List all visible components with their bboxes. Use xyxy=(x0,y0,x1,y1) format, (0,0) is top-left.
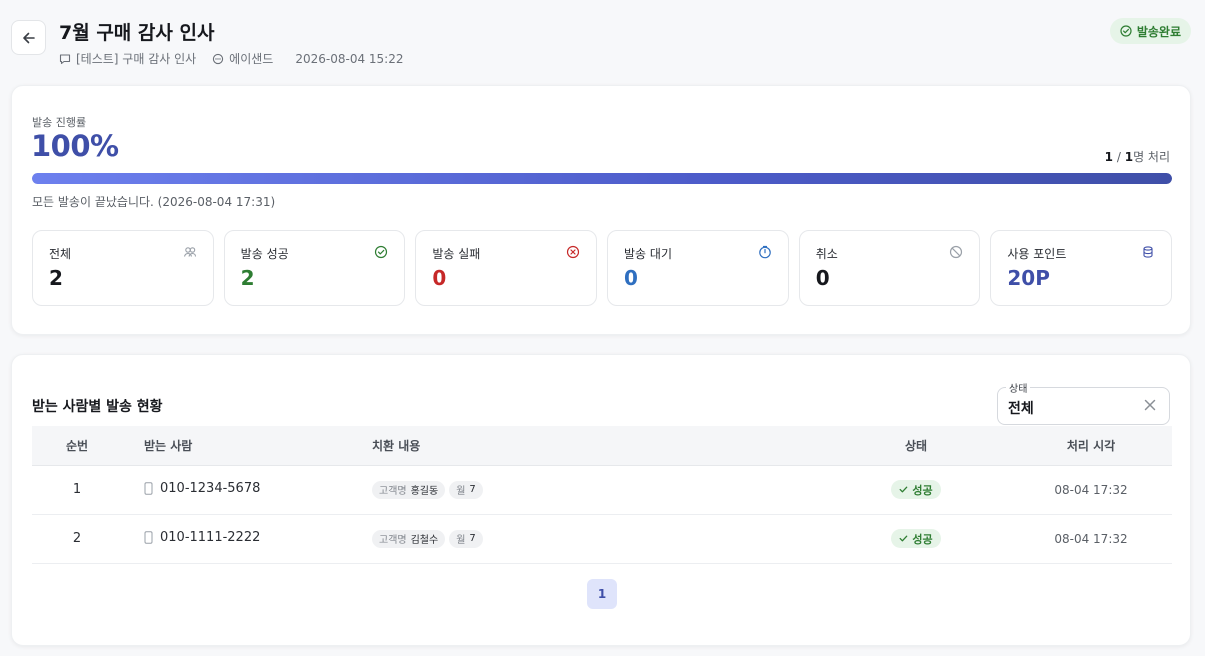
recipient-phone: 010-1111-2222 xyxy=(160,529,261,545)
success-badge: 성공 xyxy=(891,480,941,499)
row-status: 성공 xyxy=(822,465,1010,515)
row-status: 성공 xyxy=(822,514,1010,564)
success-badge: 성공 xyxy=(891,529,941,548)
col-status: 상태 xyxy=(822,426,1010,466)
stat-label: 사용 포인트 xyxy=(1007,247,1067,261)
var-chip: 월7 xyxy=(449,529,483,548)
stat-cancelled: 취소 0 xyxy=(798,230,981,306)
section-title: 받는 사람별 발송 현황 xyxy=(32,399,163,415)
stat-label: 전체 xyxy=(49,247,72,261)
stat-value: 0 xyxy=(432,266,447,290)
ban-icon xyxy=(949,245,963,263)
progress-label: 발송 진행률 xyxy=(32,116,87,129)
x-circle-icon xyxy=(566,245,580,263)
col-substitution: 치환 내용 xyxy=(372,426,822,466)
clear-icon[interactable] xyxy=(1143,398,1157,416)
recipients-card: 받는 사람별 발송 현황 상태 전체 순번 받는 사람 치환 내용 상태 처리 … xyxy=(11,354,1191,646)
page-title: 7월 구매 감사 인사 xyxy=(59,22,215,44)
col-time: 처리 시각 xyxy=(1010,426,1172,466)
row-recipient: 010-1111-2222 xyxy=(122,514,372,564)
row-substitution: 고객명 홍길동 월 7 xyxy=(372,465,822,515)
stat-label: 취소 xyxy=(815,247,838,261)
stat-total: 전체 2 xyxy=(32,230,214,306)
col-recipient: 받는 사람 xyxy=(122,426,372,466)
stat-value: 2 xyxy=(240,266,255,290)
page-button-1[interactable]: 1 xyxy=(587,579,617,609)
filter-label: 상태 xyxy=(1006,380,1031,395)
col-seq: 순번 xyxy=(32,426,122,466)
progress-bar-fill xyxy=(32,173,1172,184)
database-icon xyxy=(1141,245,1155,263)
table-header-row: 순번 받는 사람 치환 내용 상태 처리 시각 xyxy=(32,426,1172,466)
var-chip: 고객명 홍길동 xyxy=(372,480,446,499)
recipient-phone: 010-1234-5678 xyxy=(160,480,261,496)
progress-note: 모든 발송이 끝났습니다. (2026-08-04 17:31) xyxy=(32,195,276,209)
status-badge: 발송완료 xyxy=(1109,18,1191,44)
timer-icon xyxy=(758,245,772,263)
stat-value: 0 xyxy=(624,266,638,290)
progress-count: 1 / 1명 처리 xyxy=(1104,150,1170,164)
stat-value: 0 xyxy=(815,266,830,290)
stat-label: 발송 대기 xyxy=(624,247,672,261)
message-icon xyxy=(59,53,71,64)
stat-failed: 발송 실패 0 xyxy=(415,230,598,306)
progress-card: 발송 진행률 100% 1 / 1명 처리 모든 발송이 끝났습니다. (202… xyxy=(11,85,1191,335)
row-seq: 2 xyxy=(32,514,122,564)
stat-value: 2 xyxy=(49,266,63,290)
stat-points: 사용 포인트 20P xyxy=(990,230,1173,306)
phone-icon xyxy=(144,530,153,544)
row-time: 08-04 17:32 xyxy=(1010,514,1172,564)
stat-label: 발송 실패 xyxy=(432,247,481,261)
row-seq: 1 xyxy=(32,465,122,515)
table-row: 2 010-1111-2222 고객명 김철수 월 7 성공 08-04 17:… xyxy=(32,514,1172,564)
row-time: 08-04 17:32 xyxy=(1010,465,1172,515)
progress-percent: 100% xyxy=(31,129,119,163)
check-icon xyxy=(899,535,908,542)
var-chip: 고객명 김철수 xyxy=(372,529,446,548)
stats-row: 전체 2 발송 성공 2 발송 실패 0 발송 대기 0 취소 0 사용 포인트… xyxy=(32,230,1173,306)
channel-info: 에이샌드 xyxy=(212,50,273,67)
template-name: [테스트] 구매 감사 인사 xyxy=(76,52,197,66)
users-icon xyxy=(183,245,197,263)
arrow-left-icon xyxy=(22,32,35,43)
check-circle-icon xyxy=(1120,25,1132,37)
row-substitution: 고객명 김철수 월 7 xyxy=(372,514,822,564)
back-button[interactable] xyxy=(11,20,46,55)
template-info: [테스트] 구매 감사 인사 xyxy=(59,50,196,67)
stat-success: 발송 성공 2 xyxy=(223,230,406,306)
stat-pending: 발송 대기 0 xyxy=(607,230,789,306)
check-circle-icon xyxy=(374,245,388,263)
status-filter-select[interactable]: 상태 전체 xyxy=(997,380,1170,425)
filter-value: 전체 xyxy=(1008,401,1034,417)
page-header: 7월 구매 감사 인사 [테스트] 구매 감사 인사 에이샌드 2026-08-… xyxy=(11,13,1193,73)
check-icon xyxy=(899,486,908,493)
recipients-table: 순번 받는 사람 치환 내용 상태 처리 시각 1 010-1234-5678 … xyxy=(32,426,1172,564)
stat-label: 발송 성공 xyxy=(240,247,289,261)
status-text: 발송완료 xyxy=(1136,24,1181,39)
channel-name: 에이샌드 xyxy=(229,52,274,66)
var-chip: 월7 xyxy=(449,480,483,499)
created-datetime: 2026-08-04 15:22 xyxy=(295,51,404,66)
phone-icon xyxy=(144,481,153,495)
row-recipient: 010-1234-5678 xyxy=(122,465,372,515)
chat-bubble-icon xyxy=(213,53,224,64)
table-row: 1 010-1234-5678 고객명 홍길동 월 7 성공 08-04 17:… xyxy=(32,465,1172,515)
progress-bar xyxy=(32,173,1172,184)
stat-value: 20P xyxy=(1007,266,1050,290)
campaign-meta: [테스트] 구매 감사 인사 에이샌드 2026-08-04 15:22 xyxy=(59,50,419,67)
